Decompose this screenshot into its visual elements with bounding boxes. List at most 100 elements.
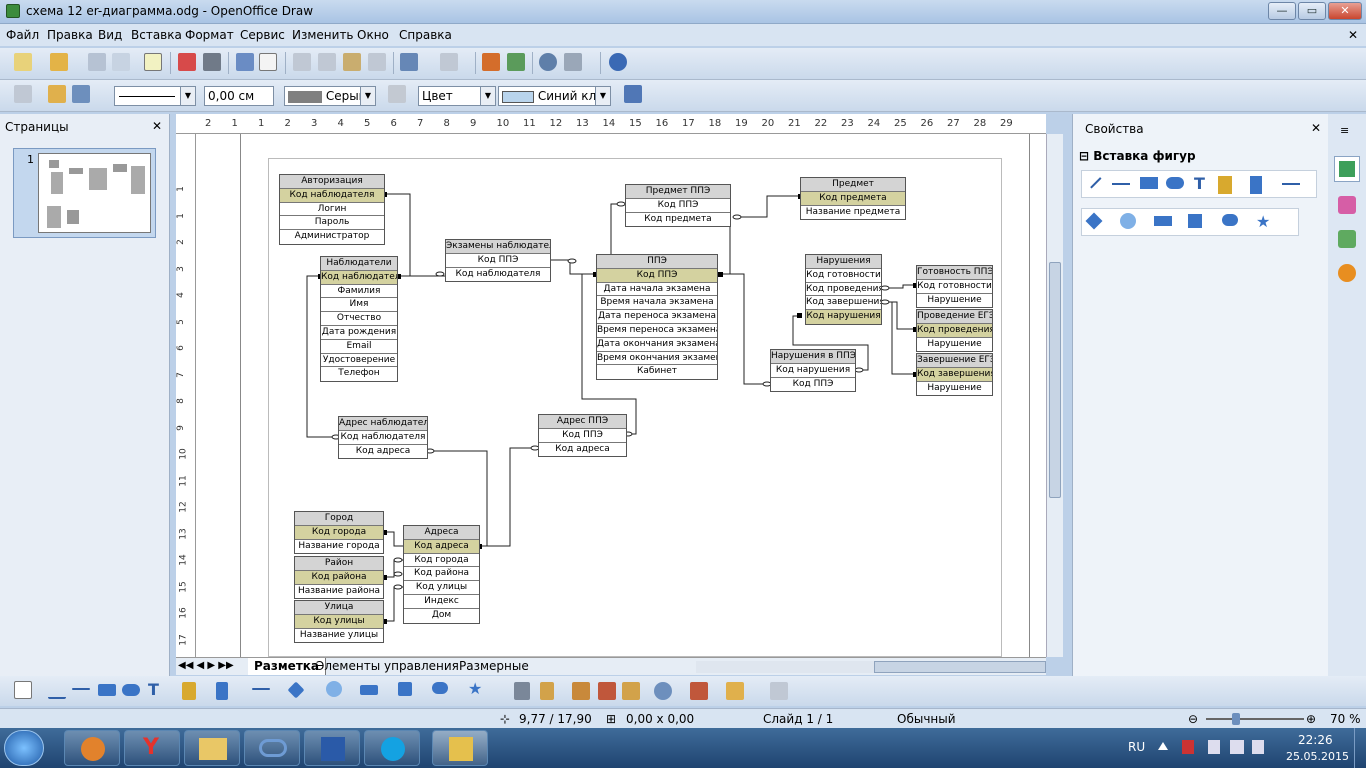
menu-modify[interactable]: Изменить <box>292 28 354 42</box>
line-width-input[interactable]: 0,00 см <box>204 86 274 106</box>
stars-icon[interactable]: ★ <box>468 679 486 698</box>
zoom-slider-thumb[interactable] <box>1232 713 1240 725</box>
rectangle-tool-icon[interactable] <box>1140 177 1158 189</box>
copy-icon[interactable] <box>318 53 336 71</box>
basic-shapes-icon[interactable] <box>1085 212 1103 230</box>
entity-narush_ppe[interactable]: Нарушения в ППЭ Код нарушения Код ППЭ <box>770 349 856 393</box>
rectangle-tool-icon[interactable] <box>98 684 116 696</box>
taskbar-explorer-icon[interactable] <box>184 730 240 766</box>
flowchart-icon[interactable] <box>1188 214 1202 228</box>
arrange-icon[interactable] <box>726 682 744 700</box>
fill-color-select[interactable]: Синий кла ▼ <box>498 86 611 106</box>
taskbar-word-icon[interactable] <box>304 730 360 766</box>
open-icon[interactable] <box>50 53 68 71</box>
fill-bucket-icon[interactable] <box>388 85 406 103</box>
redo-icon[interactable] <box>440 53 458 71</box>
horizontal-scrollbar[interactable] <box>696 661 1046 673</box>
menu-view[interactable]: Вид <box>98 28 122 42</box>
stars-icon[interactable]: ★ <box>1256 212 1274 231</box>
curve-tool-icon[interactable] <box>1218 176 1232 194</box>
flowchart-icon[interactable] <box>398 682 412 696</box>
entity-ulica[interactable]: Улица Код улицы Название улицы <box>294 600 384 644</box>
entity-gorod[interactable]: Город Код города Название города <box>294 511 384 555</box>
entity-adresa[interactable]: Адреса Код адреса Код города Код района Код … <box>403 525 480 624</box>
collapse-icon[interactable]: ⊟ <box>1079 149 1089 163</box>
entity-avtorizaciya[interactable]: Авторизация Код наблюдателя Логин Пароль Адм… <box>279 174 385 245</box>
tray-expand-icon[interactable] <box>1158 740 1168 750</box>
tab-dimensions[interactable]: Размерные <box>459 659 529 673</box>
entity-ekzameny[interactable]: Экзамены наблюдателя Код ППЭ Код наблюдате… <box>445 239 551 283</box>
hscroll-thumb[interactable] <box>874 661 1046 673</box>
clock-date[interactable]: 25.05.2015 <box>1286 750 1349 763</box>
vertical-ruler[interactable]: 1123456789101112131415161718 <box>176 134 196 672</box>
export-pdf-icon[interactable] <box>178 53 196 71</box>
format-paintbrush-icon[interactable] <box>368 53 386 71</box>
zoom-in-icon[interactable]: ⊕ <box>1306 712 1316 726</box>
menu-tools[interactable]: Сервис <box>240 28 285 42</box>
paste-icon[interactable] <box>343 53 361 71</box>
entity-raion[interactable]: Район Код района Название района <box>294 556 384 600</box>
undo-icon[interactable] <box>400 53 418 71</box>
from-file-icon[interactable] <box>598 682 616 700</box>
pages-panel-close-icon[interactable]: ✕ <box>152 119 162 133</box>
tab-layout[interactable]: Разметка <box>248 658 327 675</box>
print-icon[interactable] <box>203 53 221 71</box>
connector-tool-icon[interactable] <box>1250 176 1262 194</box>
basic-shapes-icon[interactable] <box>287 681 305 699</box>
menu-file[interactable]: Файл <box>6 28 39 42</box>
menu-window[interactable]: Окно <box>357 28 389 42</box>
properties-close-icon[interactable]: ✕ <box>1311 121 1321 135</box>
sidebar-menu-icon[interactable]: ≡ <box>1340 124 1349 137</box>
menu-format[interactable]: Формат <box>185 28 234 42</box>
tab-controls[interactable]: Элементы управления <box>316 659 459 673</box>
symbol-shapes-icon[interactable] <box>326 681 342 697</box>
taskbar-browser-icon[interactable] <box>64 730 120 766</box>
entity-predmet_ppe[interactable]: Предмет ППЭ Код ППЭ Код предмета <box>625 184 731 228</box>
menu-insert[interactable]: Вставка <box>131 28 182 42</box>
entity-nablyudateli[interactable]: НаблюдателиКод наблюдателяФамилияИмяОтче… <box>320 256 398 383</box>
tray-security-icon[interactable] <box>1182 740 1194 754</box>
chevron-down-icon[interactable]: ▼ <box>480 87 495 105</box>
insert-shapes-section[interactable]: ⊟ Вставка фигур <box>1079 149 1196 163</box>
text-tool-icon[interactable]: T <box>1194 174 1212 193</box>
entity-gotovnost[interactable]: Готовность ППЭ Код готовности Нарушение <box>916 265 993 309</box>
chevron-down-icon[interactable]: ▼ <box>595 87 610 105</box>
maximize-button[interactable]: ▭ <box>1298 2 1326 20</box>
zoom-out-icon[interactable]: ⊖ <box>1188 712 1198 726</box>
navigator-icon[interactable] <box>539 53 557 71</box>
taskbar-app-icon[interactable] <box>244 730 300 766</box>
connector-tool-icon[interactable] <box>216 682 228 700</box>
fill-type-select[interactable]: Цвет ▼ <box>418 86 496 106</box>
styles-icon[interactable] <box>14 85 32 103</box>
lines-arrows-icon[interactable] <box>252 688 270 690</box>
rotate-icon[interactable] <box>654 682 672 700</box>
align-icon[interactable] <box>690 682 708 700</box>
zoom-slider[interactable] <box>1206 713 1304 725</box>
minimize-button[interactable]: — <box>1268 2 1296 20</box>
properties-tab-icon[interactable] <box>1334 156 1360 182</box>
curve-tool-icon[interactable] <box>182 682 196 700</box>
ellipse-tool-icon[interactable] <box>1166 177 1184 189</box>
arrow-style-icon[interactable] <box>72 85 90 103</box>
text-tool-icon[interactable]: T <box>148 680 166 699</box>
glue-points-icon[interactable] <box>540 682 554 700</box>
block-arrows-icon[interactable] <box>360 685 378 695</box>
spreadsheet-icon[interactable] <box>507 53 525 71</box>
chevron-down-icon[interactable]: ▼ <box>360 87 375 105</box>
volume-icon[interactable] <box>1208 740 1220 754</box>
line-tool-icon[interactable] <box>1084 171 1102 189</box>
menu-edit[interactable]: Правка <box>47 28 93 42</box>
taskbar-openoffice-icon[interactable] <box>432 730 488 766</box>
line-style-select[interactable]: ▼ <box>114 86 196 106</box>
close-button[interactable]: ✕ <box>1328 2 1362 20</box>
gallery-icon[interactable] <box>622 682 640 700</box>
entity-provedenie[interactable]: Проведение ЕГЭ Код проведения Нарушение <box>916 309 993 353</box>
entity-adres_ppe[interactable]: Адрес ППЭ Код ППЭ Код адреса <box>538 414 627 458</box>
fontwork-icon[interactable] <box>572 682 590 700</box>
arrow-tool-icon[interactable] <box>72 688 90 690</box>
line-tool-icon[interactable] <box>48 681 66 699</box>
entity-predmet[interactable]: Предмет Код предмета Название предмета <box>800 177 906 221</box>
action-center-icon[interactable] <box>1252 740 1264 754</box>
taskbar-yandex-icon[interactable]: Y <box>124 730 180 766</box>
ellipse-tool-icon[interactable] <box>122 684 140 696</box>
